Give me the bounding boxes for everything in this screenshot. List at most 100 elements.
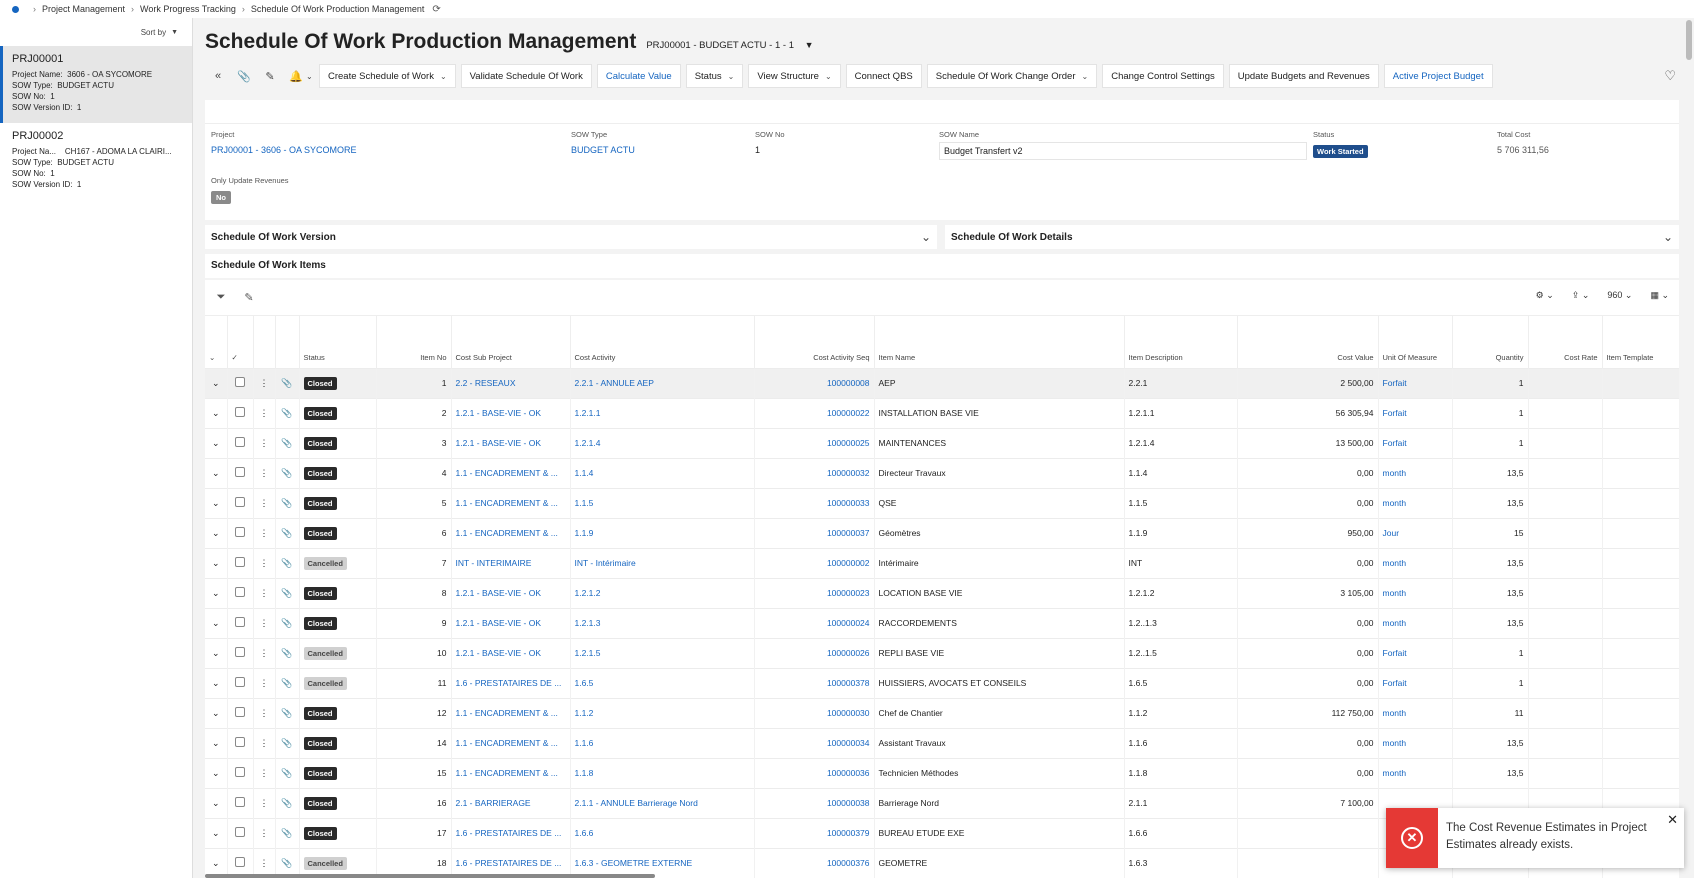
cost-activity-seq-link[interactable]: 100000037 [754,517,875,548]
active-project-budget-button[interactable]: Active Project Budget [1383,64,1493,88]
cost-activity-seq-link[interactable]: 100000033 [754,487,875,518]
paperclip-icon[interactable]: 📎 [275,787,300,818]
cost-activity-link[interactable]: 1.1.4 [570,457,755,488]
paperclip-icon[interactable]: 📎 [275,487,300,518]
row-more-icon[interactable]: ⋮ [253,757,276,788]
cost-activity-seq-link[interactable]: 100000376 [754,847,875,878]
horizontal-scrollbar[interactable] [205,874,655,878]
close-icon[interactable]: ✕ [1667,812,1678,828]
row-more-icon[interactable]: ⋮ [253,637,276,668]
record-selector[interactable]: PRJ00001 - BUDGET ACTU - 1 - 1 ▼ [646,40,813,51]
row-checkbox[interactable] [227,637,254,668]
row-checkbox[interactable] [227,607,254,638]
cost-activity-seq-link[interactable]: 100000024 [754,607,875,638]
select-all-checkmark-icon[interactable]: ✓ [227,316,254,368]
cost-activity-seq-link[interactable]: 100000032 [754,457,875,488]
column-header-quantity[interactable]: Quantity [1452,316,1529,368]
table-row[interactable]: ⌄ ⋮ 📎 Closed 2 1.2.1 - BASE-VIE - OK 1.2.1.1 10… [205,397,1679,428]
row-checkbox[interactable] [227,817,254,848]
cost-activity-link[interactable]: 1.2.1.3 [570,607,755,638]
unit-of-measure-link[interactable]: month [1378,487,1453,518]
cost-sub-project-link[interactable]: 1.1 - ENCADREMENT & ... [451,727,571,758]
row-more-icon[interactable]: ⋮ [253,427,276,458]
column-chooser-icon[interactable]: ▦ ⌄ [1650,290,1669,301]
vertical-scrollbar[interactable] [1686,20,1692,60]
checkbox[interactable] [235,767,245,777]
expand-row-chevron-icon[interactable]: ⌄ [205,757,228,788]
cost-activity-link[interactable]: 1.1.6 [570,727,755,758]
cost-activity-seq-link[interactable]: 100000025 [754,427,875,458]
row-more-icon[interactable]: ⋮ [253,667,276,698]
paperclip-icon[interactable]: 📎 [275,517,300,548]
bell-icon[interactable]: 🔔 ⌄ [283,64,319,88]
expand-row-chevron-icon[interactable]: ⌄ [205,367,228,398]
row-more-icon[interactable]: ⋮ [253,727,276,758]
paperclip-icon[interactable]: 📎 [275,427,300,458]
cost-activity-link[interactable]: 1.2.1.4 [570,427,755,458]
checkbox[interactable] [235,587,245,597]
row-checkbox[interactable] [227,577,254,608]
cost-sub-project-link[interactable]: 1.2.1 - BASE-VIE - OK [451,397,571,428]
expand-row-chevron-icon[interactable]: ⌄ [205,547,228,578]
checkbox[interactable] [235,617,245,627]
column-header-item-template[interactable]: Item Template [1602,316,1679,368]
unit-of-measure-link[interactable]: Forfait [1378,427,1453,458]
cost-activity-link[interactable]: 1.1.5 [570,487,755,518]
expand-row-chevron-icon[interactable]: ⌄ [205,427,228,458]
cost-activity-link[interactable]: 2.2.1 - ANNULE AEP [570,367,755,398]
paperclip-icon[interactable]: 📎 [275,757,300,788]
cost-activity-link[interactable]: 1.1.8 [570,757,755,788]
sidebar-item-project[interactable]: PRJ00002 Project Na... CH167 - ADOMA LA … [0,123,192,200]
pencil-icon[interactable]: ✎ [235,291,263,304]
paperclip-icon[interactable]: 📎 [275,577,300,608]
row-checkbox[interactable] [227,457,254,488]
paperclip-icon[interactable]: 📎 [275,727,300,758]
table-row[interactable]: ⌄ ⋮ 📎 Closed 4 1.1 - ENCADREMENT & ... 1.1.4 10… [205,457,1679,488]
checkbox[interactable] [235,557,245,567]
paperclip-icon[interactable]: 📎 [275,397,300,428]
row-checkbox[interactable] [227,487,254,518]
cost-activity-seq-link[interactable]: 100000038 [754,787,875,818]
unit-of-measure-link[interactable]: Jour [1378,517,1453,548]
checkbox[interactable] [235,497,245,507]
expand-row-chevron-icon[interactable]: ⌄ [205,697,228,728]
row-more-icon[interactable]: ⋮ [253,517,276,548]
table-row[interactable]: ⌄ ⋮ 📎 Closed 3 1.2.1 - BASE-VIE - OK 1.2.1.4 10… [205,427,1679,458]
unit-of-measure-link[interactable]: Forfait [1378,397,1453,428]
checkbox[interactable] [235,467,245,477]
row-more-icon[interactable]: ⋮ [253,607,276,638]
row-checkbox[interactable] [227,727,254,758]
calculate-value-button[interactable]: Calculate Value [596,64,681,88]
connect-qbs-button[interactable]: Connect QBS [845,64,922,88]
settings-gear-icon[interactable]: ⚙ ⌄ [1536,290,1554,301]
cost-activity-seq-link[interactable]: 100000030 [754,697,875,728]
column-header-cost-value[interactable]: Cost Value [1237,316,1379,368]
breadcrumb-item[interactable]: Work Progress Tracking [140,4,236,14]
row-more-icon[interactable]: ⋮ [253,577,276,608]
table-row[interactable]: ⌄ ⋮ 📎 Cancelled 10 1.2.1 - BASE-VIE - OK 1.2.1… [205,637,1679,668]
cost-activity-seq-link[interactable]: 100000036 [754,757,875,788]
table-row[interactable]: ⌄ ⋮ 📎 Closed 9 1.2.1 - BASE-VIE - OK 1.2.1.3 10… [205,607,1679,638]
cost-sub-project-link[interactable]: 1.6 - PRESTATAIRES DE ... [451,817,571,848]
expand-row-chevron-icon[interactable]: ⌄ [205,637,228,668]
cost-activity-link[interactable]: 2.1.1 - ANNULE Barrierage Nord [570,787,755,818]
row-checkbox[interactable] [227,667,254,698]
unit-of-measure-link[interactable]: Forfait [1378,367,1453,398]
row-checkbox[interactable] [227,397,254,428]
column-header-item-description[interactable]: Item Description [1124,316,1238,368]
cost-sub-project-link[interactable]: 1.2.1 - BASE-VIE - OK [451,607,571,638]
cost-sub-project-link[interactable]: 2.2 - RESEAUX [451,367,571,398]
row-checkbox[interactable] [227,697,254,728]
expand-row-chevron-icon[interactable]: ⌄ [205,517,228,548]
table-row[interactable]: ⌄ ⋮ 📎 Closed 8 1.2.1 - BASE-VIE - OK 1.2.1.2 10… [205,577,1679,608]
cost-activity-seq-link[interactable]: 100000034 [754,727,875,758]
view-structure-button[interactable]: View Structure ⌄ [748,64,841,88]
paperclip-icon[interactable]: 📎 [275,637,300,668]
favorite-heart-icon[interactable]: ♡ [1664,68,1676,84]
cost-sub-project-link[interactable]: 1.1 - ENCADREMENT & ... [451,697,571,728]
paperclip-icon[interactable]: 📎 [275,547,300,578]
checkbox[interactable] [235,857,245,868]
expand-row-chevron-icon[interactable]: ⌄ [205,487,228,518]
cost-sub-project-link[interactable]: 1.1 - ENCADREMENT & ... [451,517,571,548]
sort-by-dropdown[interactable]: Sort by ▼ [0,18,192,46]
